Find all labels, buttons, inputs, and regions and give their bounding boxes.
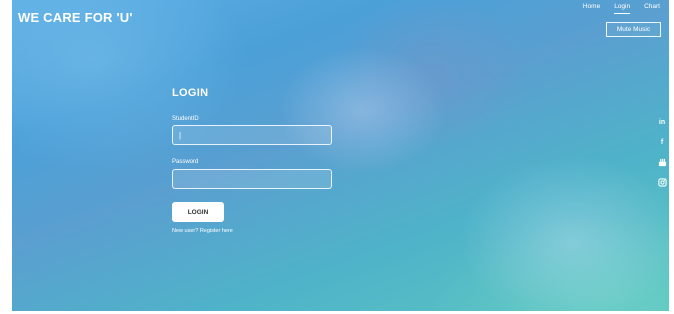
youtube-icon[interactable] — [657, 157, 667, 167]
brand-title: WE CARE FOR 'U' — [18, 10, 133, 25]
mute-music-button[interactable]: Mute Music — [606, 22, 661, 37]
password-input[interactable] — [172, 169, 332, 189]
nav-login-link[interactable]: Login — [614, 3, 631, 14]
login-title: LOGIN — [172, 87, 209, 99]
social-bar: in f — [655, 117, 669, 187]
linkedin-icon[interactable]: in — [657, 117, 667, 127]
register-prompt: New user? Register here — [172, 228, 233, 234]
password-label: Password — [172, 159, 199, 165]
instagram-icon[interactable] — [657, 177, 667, 187]
register-link[interactable]: New user? Register here — [172, 228, 233, 234]
facebook-icon[interactable]: f — [657, 137, 667, 147]
login-button[interactable]: LOGIN — [172, 202, 224, 222]
student-id-input[interactable] — [172, 125, 332, 145]
nav-home-link[interactable]: Home — [583, 3, 600, 14]
top-nav: Home Login Chart — [583, 3, 660, 14]
student-id-label: StudentID — [172, 116, 199, 122]
background-hero: WE CARE FOR 'U' Home Login Chart Mute Mu… — [12, 0, 669, 311]
nav-chart-link[interactable]: Chart — [644, 3, 660, 14]
